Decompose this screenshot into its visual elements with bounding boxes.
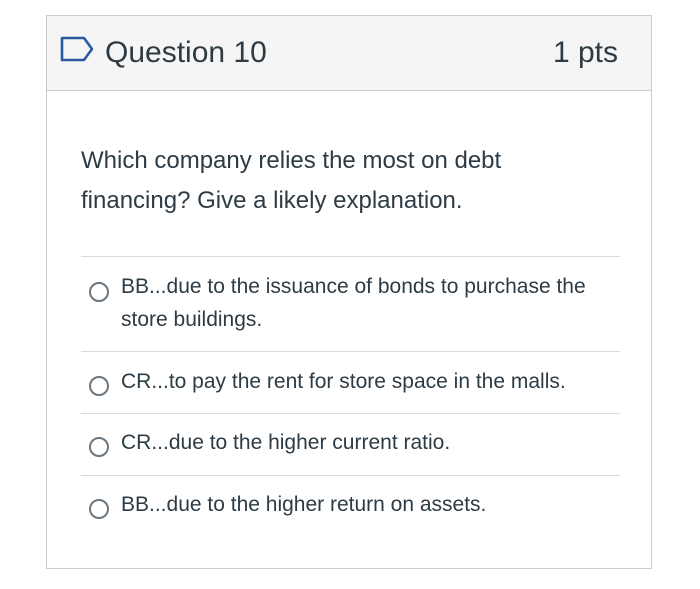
- answer-option[interactable]: BB...due to the issuance of bonds to pur…: [81, 256, 620, 351]
- radio-button[interactable]: [89, 282, 109, 302]
- answer-label[interactable]: BB...due to the issuance of bonds to pur…: [121, 270, 616, 336]
- answer-option[interactable]: BB...due to the higher return on assets.: [81, 475, 620, 537]
- answer-option[interactable]: CR...to pay the rent for store space in …: [81, 351, 620, 413]
- question-points: 1 pts: [552, 36, 618, 69]
- question-text: Which company relies the most on debt fi…: [81, 147, 502, 214]
- answer-label[interactable]: BB...due to the higher return on assets.: [121, 488, 616, 521]
- answer-label[interactable]: CR...to pay the rent for store space in …: [121, 365, 616, 398]
- question-card: Question 10 1 pts Which company relies t…: [46, 15, 652, 569]
- radio-button[interactable]: [89, 499, 109, 519]
- bookmark-flag-icon[interactable]: [60, 36, 94, 62]
- answer-option[interactable]: CR...due to the higher current ratio.: [81, 413, 620, 475]
- question-title: Question 10: [105, 36, 267, 69]
- radio-button[interactable]: [89, 437, 109, 457]
- question-header: Question 10 1 pts: [47, 16, 651, 91]
- radio-button[interactable]: [89, 376, 109, 396]
- answer-label[interactable]: CR...due to the higher current ratio.: [121, 426, 616, 459]
